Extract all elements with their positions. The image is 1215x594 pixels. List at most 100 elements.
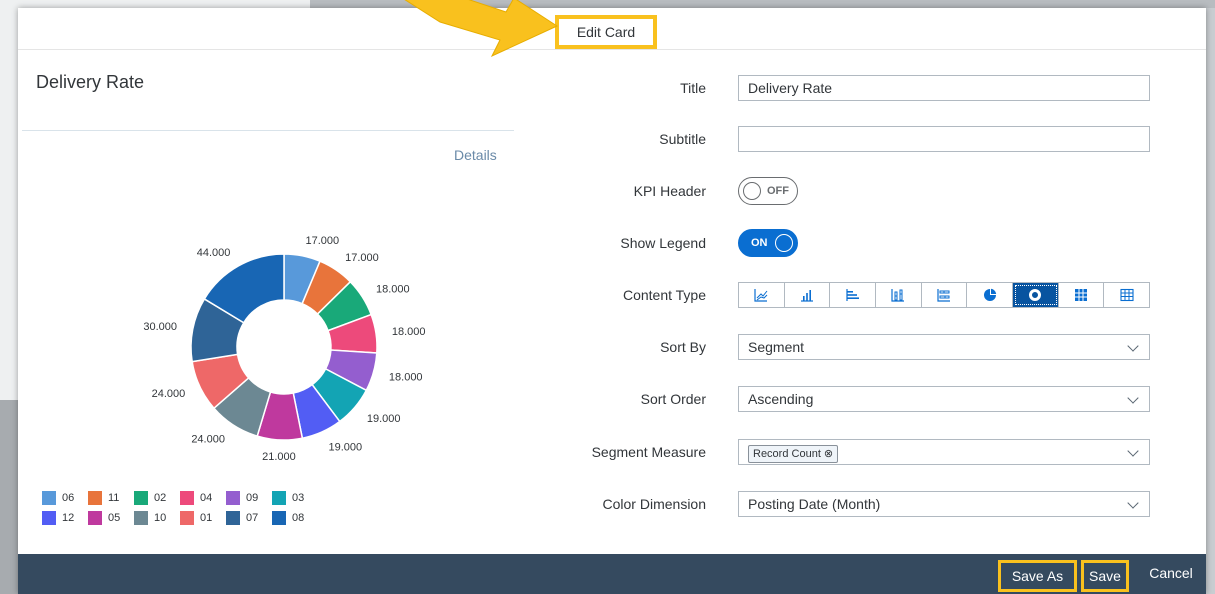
data-label-12: 19.000: [328, 442, 362, 454]
stacked-column-icon[interactable]: [876, 283, 922, 307]
data-label-07: 30.000: [143, 321, 177, 333]
legend-item-09[interactable]: 09: [226, 491, 272, 505]
data-label-03: 19.000: [367, 413, 401, 425]
color-dimension-row: Color Dimension Posting Date (Month): [578, 490, 1150, 518]
legend-label: 01: [200, 512, 213, 524]
title-label: Title: [680, 80, 706, 96]
legend-swatch: [226, 491, 240, 505]
title-input[interactable]: Delivery Rate: [738, 75, 1150, 101]
pie-chart-icon[interactable]: [967, 283, 1014, 307]
legend-item-07[interactable]: 07: [226, 511, 272, 525]
kpi-header-row: KPI Header OFF: [578, 177, 798, 205]
token-label: Record Count: [753, 448, 821, 460]
legend-swatch: [180, 511, 194, 525]
legend-item-05[interactable]: 05: [88, 511, 134, 525]
legend-swatch: [272, 491, 286, 505]
segment-measure-label: Segment Measure: [591, 444, 706, 460]
stacked-bar-icon[interactable]: [921, 283, 968, 307]
legend-row: 12 05 10 01 07 08: [42, 508, 362, 528]
sort-order-select[interactable]: Ascending: [738, 386, 1150, 412]
subtitle-row: Subtitle: [578, 125, 1150, 153]
sort-by-row: Sort By Segment: [578, 333, 1150, 361]
table-icon[interactable]: [1104, 283, 1150, 307]
subtitle-label: Subtitle: [659, 131, 706, 147]
legend-item-06[interactable]: 06: [42, 491, 88, 505]
donut-chart: 17.000 17.000 18.000 18.000 18.000 19.000 19.0…: [143, 235, 426, 463]
legend-swatch: [226, 511, 240, 525]
legend-item-11[interactable]: 11: [88, 491, 134, 505]
background-top: [310, 0, 1215, 8]
details-link[interactable]: Details: [454, 147, 497, 163]
legend-label: 03: [292, 492, 305, 504]
data-label-08: 44.000: [197, 247, 231, 259]
donut-chart-icon[interactable]: [1013, 283, 1059, 307]
switch-knob-icon: [775, 234, 793, 252]
segment-measure-row: Segment Measure Record Count ⊗: [578, 438, 1150, 466]
heatmap-icon[interactable]: [1058, 283, 1105, 307]
legend-label: 04: [200, 492, 213, 504]
legend-label: 11: [108, 492, 120, 504]
title-row: Title Delivery Rate: [578, 74, 1150, 102]
content-type-row: Content Type: [578, 281, 1150, 309]
legend-swatch: [42, 491, 56, 505]
show-legend-row: Show Legend ON: [578, 229, 798, 257]
legend-label: 08: [292, 512, 305, 524]
legend-swatch: [42, 511, 56, 525]
data-label-05: 21.000: [262, 451, 296, 463]
sort-order-label: Sort Order: [640, 391, 706, 407]
legend-swatch: [134, 511, 148, 525]
subtitle-input[interactable]: [738, 126, 1150, 152]
legend-label: 09: [246, 492, 259, 504]
kpi-header-state: OFF: [767, 185, 789, 197]
record-count-token[interactable]: Record Count ⊗: [748, 442, 839, 466]
legend-swatch: [180, 491, 194, 505]
legend-swatch: [134, 491, 148, 505]
data-label-01: 24.000: [152, 388, 186, 400]
legend-label: 10: [154, 512, 167, 524]
save-as-button[interactable]: Save As: [998, 560, 1077, 592]
data-label-02: 18.000: [376, 284, 410, 296]
sort-by-select[interactable]: Segment: [738, 334, 1150, 360]
edit-card-dialog: Edit Card Delivery Rate Details 17.000 17…: [18, 8, 1206, 594]
legend-item-12[interactable]: 12: [42, 511, 88, 525]
kpi-header-label: KPI Header: [633, 183, 706, 199]
bar-chart-icon[interactable]: [830, 283, 877, 307]
save-button[interactable]: Save: [1081, 560, 1129, 592]
legend-label: 07: [246, 512, 259, 524]
legend-label: 06: [62, 492, 75, 504]
data-label-11: 17.000: [345, 252, 379, 264]
legend-label: 12: [62, 512, 75, 524]
legend-item-02[interactable]: 02: [134, 491, 180, 505]
legend-label: 05: [108, 512, 121, 524]
switch-knob-icon: [743, 182, 761, 200]
dialog-header: Edit Card: [18, 8, 1206, 50]
legend-item-03[interactable]: 03: [272, 491, 318, 505]
content-type-label: Content Type: [622, 287, 706, 303]
sort-order-row: Sort Order Ascending: [578, 385, 1150, 413]
cancel-button[interactable]: Cancel: [1141, 560, 1201, 592]
legend-swatch: [88, 511, 102, 525]
show-legend-switch[interactable]: ON: [738, 229, 798, 257]
legend-item-01[interactable]: 01: [180, 511, 226, 525]
line-chart-icon[interactable]: [739, 283, 785, 307]
card-separator: [22, 130, 514, 131]
dialog-title: Edit Card: [555, 15, 657, 49]
content-type-segmented: [738, 282, 1150, 308]
legend-item-10[interactable]: 10: [134, 511, 180, 525]
sort-by-label: Sort By: [660, 339, 706, 355]
color-dimension-select[interactable]: Posting Date (Month): [738, 491, 1150, 517]
legend-item-08[interactable]: 08: [272, 511, 318, 525]
kpi-header-switch[interactable]: OFF: [738, 177, 798, 205]
card-title: Delivery Rate: [36, 72, 145, 92]
column-chart-icon[interactable]: [784, 283, 831, 307]
legend-swatch: [88, 491, 102, 505]
segment-measure-multiinput[interactable]: Record Count ⊗: [738, 439, 1150, 465]
legend-swatch: [272, 511, 286, 525]
legend-label: 02: [154, 492, 167, 504]
token-remove-icon[interactable]: ⊗: [824, 442, 833, 466]
data-label-04: 18.000: [392, 326, 426, 338]
data-label-10: 24.000: [191, 434, 225, 446]
dialog-footer: Save As Save Cancel: [18, 554, 1206, 594]
legend-item-04[interactable]: 04: [180, 491, 226, 505]
chart-legend: 06 11 02 04 09 03 12 05 10 01 07 08: [42, 488, 362, 528]
